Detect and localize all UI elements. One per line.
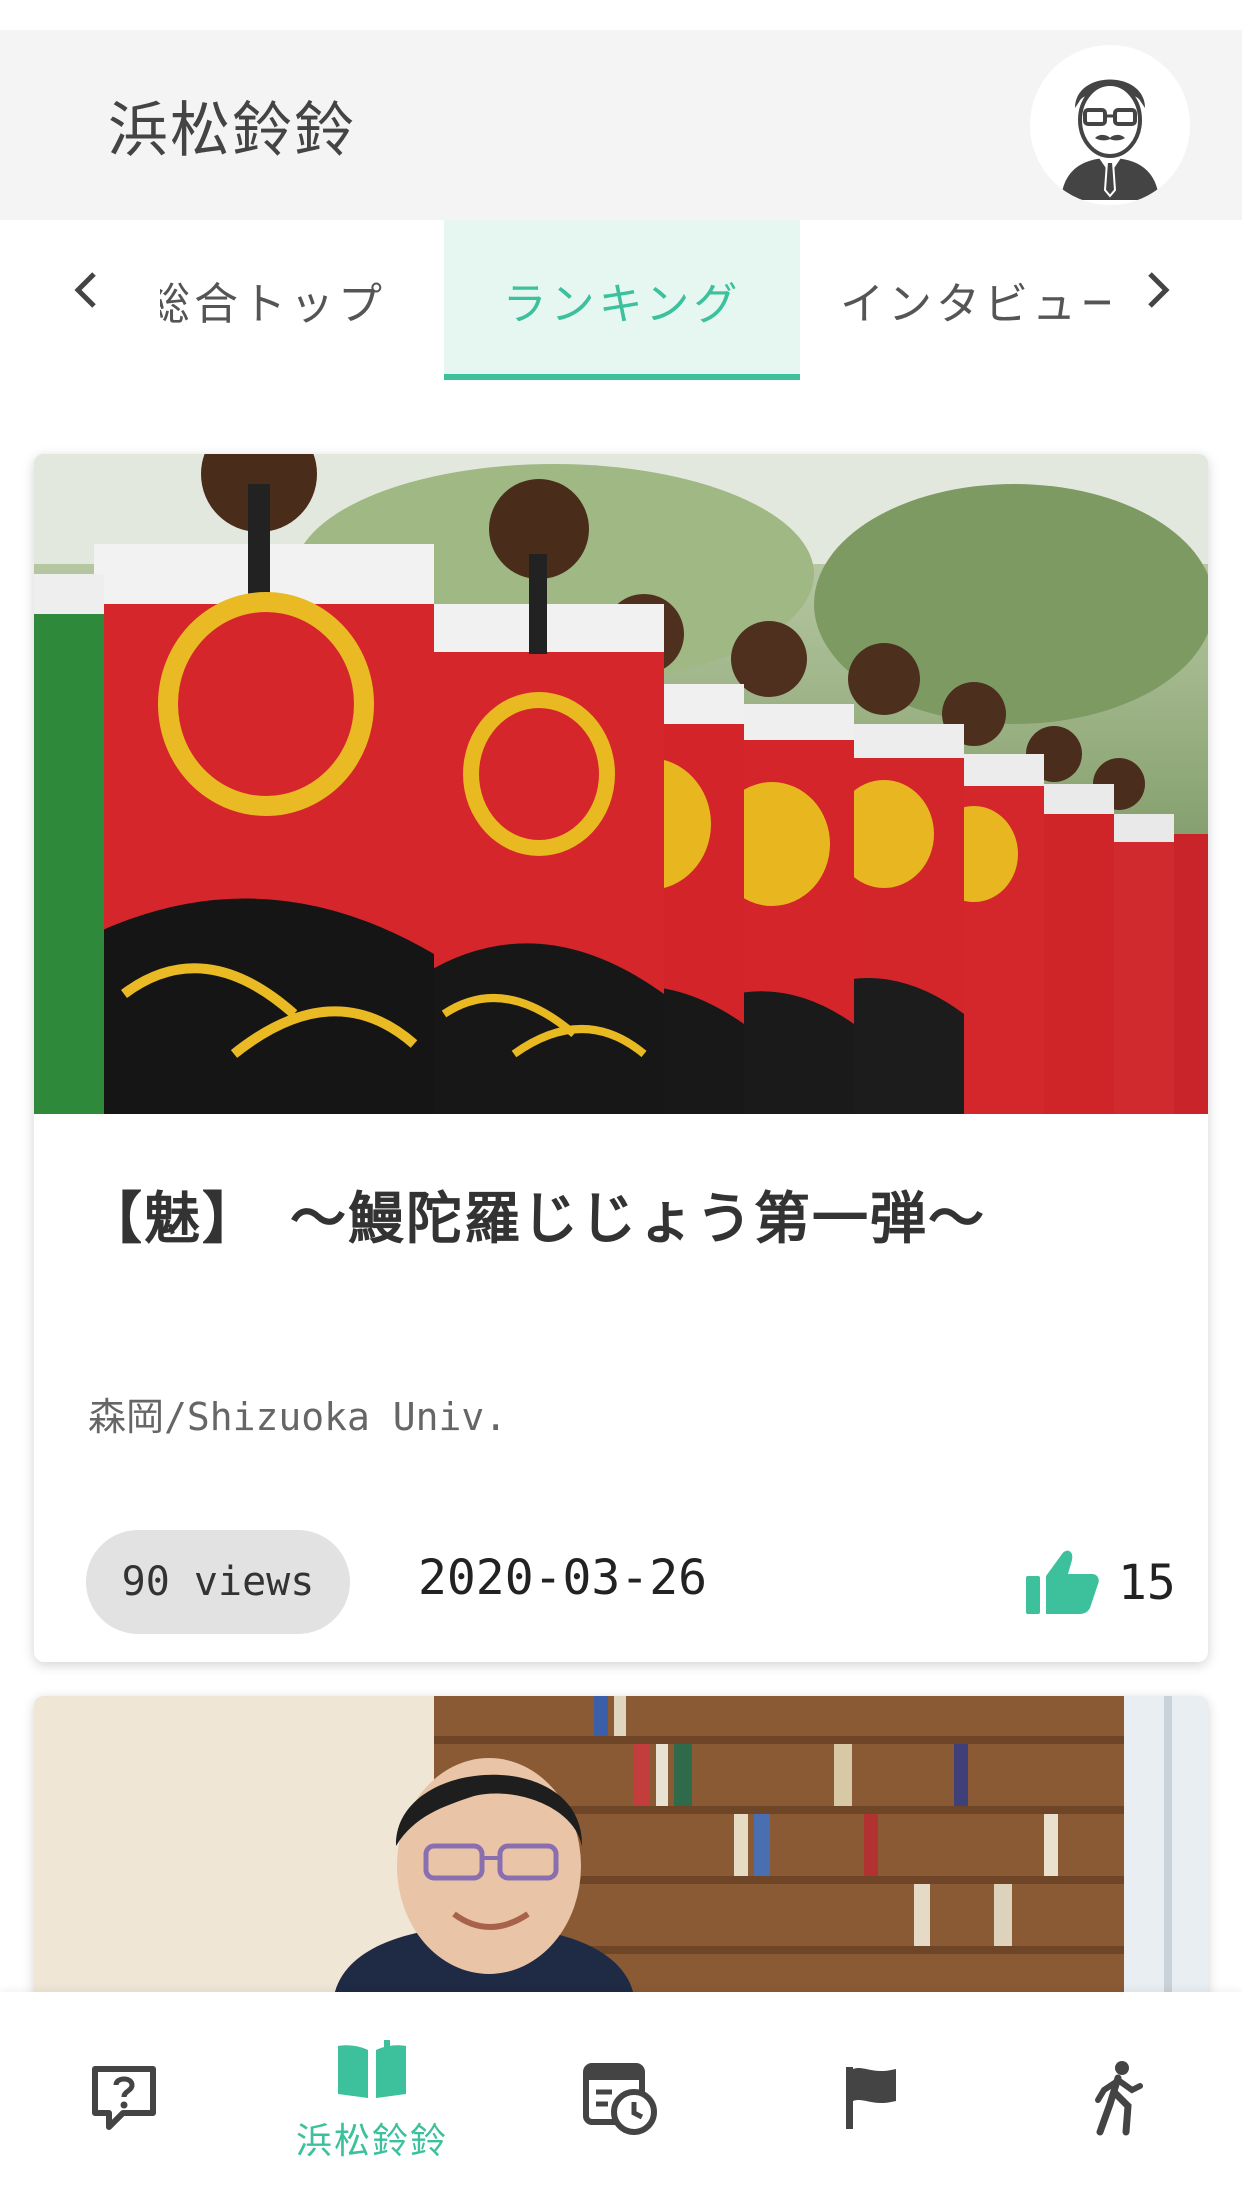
app-title: 浜松鈴鈴 bbox=[108, 95, 356, 166]
question-bubble-icon bbox=[89, 2063, 159, 2137]
app-header: 浜松鈴鈴 bbox=[0, 30, 1242, 220]
nav-events[interactable] bbox=[770, 1992, 970, 2208]
schedule-clock-icon bbox=[582, 2060, 658, 2140]
likes-group[interactable]: 15 bbox=[1024, 1546, 1176, 1620]
tab-overview[interactable]: 総合トップ bbox=[160, 220, 400, 380]
tab-label: 総合トップ bbox=[160, 279, 386, 330]
article-card[interactable] bbox=[34, 1696, 1208, 1996]
walking-person-icon bbox=[1088, 2060, 1148, 2140]
open-book-icon bbox=[334, 2036, 410, 2106]
nav-label: 浜松鈴鈴 bbox=[295, 2121, 448, 2162]
category-tabs: 総合トップ ランキング インタビュー bbox=[0, 220, 1242, 380]
bottom-navigation: 浜松鈴鈴 bbox=[0, 1992, 1242, 2208]
thumbs-up-icon[interactable] bbox=[1024, 1546, 1100, 1620]
nav-schedule[interactable] bbox=[520, 1992, 720, 2208]
tab-label: インタビュー bbox=[840, 279, 1110, 330]
tab-interview[interactable]: インタビュー bbox=[840, 220, 1110, 380]
nav-faq[interactable] bbox=[24, 1992, 224, 2208]
festival-dancers-photo bbox=[34, 454, 1208, 1114]
chevron-left-icon[interactable] bbox=[56, 260, 116, 320]
article-author: 森岡/Shizuoka Univ. bbox=[88, 1395, 508, 1439]
tab-ranking[interactable]: ランキング bbox=[444, 220, 800, 380]
nav-activity[interactable] bbox=[1018, 1992, 1218, 2208]
views-badge: 90 views bbox=[86, 1530, 350, 1634]
nav-hamamatsu[interactable]: 浜松鈴鈴 bbox=[272, 1992, 472, 2208]
chevron-right-icon[interactable] bbox=[1128, 260, 1188, 320]
article-title[interactable]: 【魅】 ～鰻陀羅じじょう第一弾～ bbox=[86, 1168, 1166, 1272]
flag-icon bbox=[840, 2063, 900, 2137]
interview-portrait-photo bbox=[34, 1696, 1208, 1996]
tab-label: ランキング bbox=[502, 279, 742, 330]
likes-count: 15 bbox=[1118, 1555, 1176, 1611]
article-card[interactable]: 【魅】 ～鰻陀羅じじょう第一弾～ 森岡/Shizuoka Univ. 90 vi… bbox=[34, 454, 1208, 1662]
article-date: 2020-03-26 bbox=[418, 1550, 707, 1606]
user-avatar-icon[interactable] bbox=[1030, 45, 1190, 205]
